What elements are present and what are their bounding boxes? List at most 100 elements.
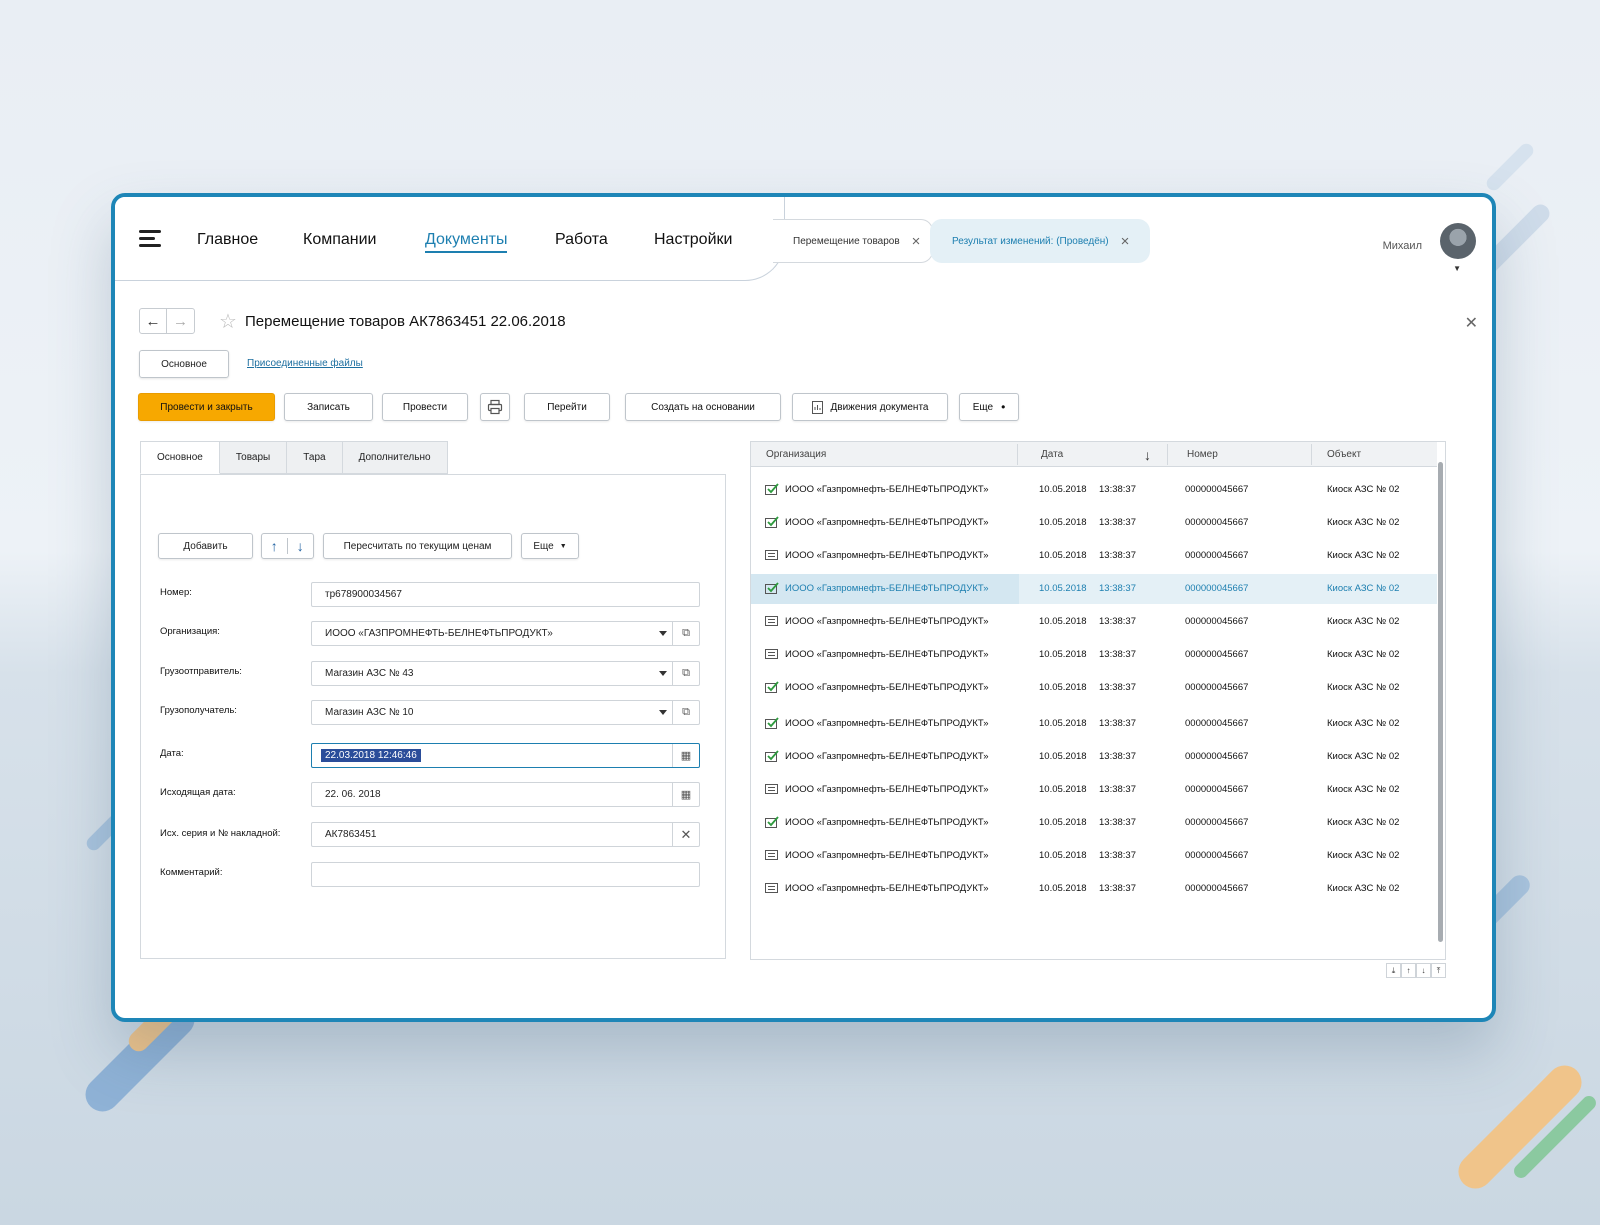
table-row[interactable]: ИООО «Газпромнефть-БЕЛНЕФТЬПРОДУКТ» 10.05… <box>751 673 1437 703</box>
scroll-to-end-icon[interactable]: ⤓ <box>1386 963 1401 978</box>
forward-arrow-icon[interactable]: → <box>167 309 194 333</box>
open-copy-icon[interactable]: ⧉ <box>672 701 699 724</box>
post-and-close-button[interactable]: Провести и закрыть <box>138 393 275 421</box>
row-number: 000000045667 <box>1185 616 1249 627</box>
recalculate-button[interactable]: Пересчитать по текущим ценам <box>323 533 512 559</box>
history-nav: ← → <box>139 308 195 334</box>
date-label: Дата: <box>160 748 184 759</box>
number-field[interactable]: тр678900034567 <box>311 582 700 607</box>
row-date: 10.05.2018 <box>1039 484 1087 495</box>
tab-main[interactable]: Основное <box>139 350 229 378</box>
close-tab-icon[interactable]: × <box>1121 233 1130 250</box>
clear-icon[interactable]: ✕ <box>672 823 699 846</box>
hamburger-menu-icon[interactable] <box>139 230 163 248</box>
form-more-button[interactable]: Еще ▼ <box>521 533 579 559</box>
document-movements-button[interactable]: Движения документа <box>792 393 948 421</box>
calendar-icon[interactable]: ▦ <box>672 744 699 767</box>
row-time: 13:38:37 <box>1099 817 1136 828</box>
chevron-down-icon: ▼ <box>559 542 567 550</box>
nav-item-settings[interactable]: Настройки <box>654 231 732 249</box>
table-row[interactable]: ИООО «Газпромнефть-БЕЛНЕФТЬПРОДУКТ» 10.05… <box>751 508 1437 538</box>
row-organization: ИООО «Газпромнефть-БЕЛНЕФТЬПРОДУКТ» <box>785 883 989 894</box>
table-row[interactable]: ИООО «Газпромнефть-БЕЛНЕФТЬПРОДУКТ» 10.05… <box>751 841 1437 871</box>
print-button[interactable] <box>480 393 510 421</box>
nav-item-work[interactable]: Работа <box>555 231 608 249</box>
row-organization: ИООО «Газпромнефть-БЕЛНЕФТЬПРОДУКТ» <box>785 649 989 660</box>
table-row[interactable]: ИООО «Газпромнефть-БЕЛНЕФТЬПРОДУКТ» 10.05… <box>751 541 1437 571</box>
nav-item-documents[interactable]: Документы <box>425 231 508 253</box>
column-divider <box>1311 444 1312 465</box>
save-button[interactable]: Записать <box>284 393 373 421</box>
row-number: 000000045667 <box>1185 550 1249 561</box>
date-field[interactable]: 22.03.2018 12:46:46 ▦ <box>311 743 700 768</box>
table-row[interactable]: ИООО «Газпромнефть-БЕЛНЕФТЬПРОДУКТ» 10.05… <box>751 808 1437 838</box>
posted-document-icon <box>765 717 779 729</box>
avatar[interactable] <box>1440 223 1476 259</box>
table-row[interactable]: ИООО «Газпромнефть-БЕЛНЕФТЬПРОДУКТ» 10.05… <box>751 709 1437 739</box>
open-tab-transfer[interactable]: Перемещение товаров × <box>773 219 933 263</box>
calendar-icon[interactable]: ▦ <box>672 783 699 806</box>
draft-document-icon <box>765 883 778 893</box>
column-divider <box>1017 444 1018 465</box>
scroll-up-icon[interactable]: ↑ <box>1401 963 1416 978</box>
back-arrow-icon[interactable]: ← <box>140 309 168 333</box>
column-organization[interactable]: Организация <box>766 449 826 460</box>
column-object[interactable]: Объект <box>1327 449 1361 460</box>
column-date[interactable]: Дата <box>1041 449 1063 460</box>
dropdown-caret-icon[interactable] <box>659 671 667 676</box>
open-tab-result[interactable]: Результат изменений: (Проведён) × <box>930 219 1150 263</box>
tab-basic[interactable]: Основное <box>140 441 220 474</box>
table-row[interactable]: ИООО «Газпромнефть-БЕЛНЕФТЬПРОДУКТ» 10.05… <box>751 742 1437 772</box>
row-time: 13:38:37 <box>1099 718 1136 729</box>
table-row[interactable]: ИООО «Газпромнефть-БЕЛНЕФТЬПРОДУКТ» 10.05… <box>751 607 1437 637</box>
row-organization: ИООО «Газпромнефть-БЕЛНЕФТЬПРОДУКТ» <box>785 682 989 693</box>
row-organization: ИООО «Газпромнефть-БЕЛНЕФТЬПРОДУКТ» <box>785 484 989 495</box>
close-tab-icon[interactable]: × <box>912 233 921 250</box>
table-row[interactable]: ИООО «Газпромнефть-БЕЛНЕФТЬПРОДУКТ» 10.05… <box>751 574 1437 604</box>
open-copy-icon[interactable]: ⧉ <box>672 662 699 685</box>
close-icon[interactable]: ✕ <box>1465 313 1478 333</box>
create-based-on-button[interactable]: Создать на основании <box>625 393 781 421</box>
scrollbar-thumb[interactable] <box>1438 462 1443 942</box>
comment-label: Комментарий: <box>160 867 223 878</box>
table-row[interactable]: ИООО «Газпромнефть-БЕЛНЕФТЬПРОДУКТ» 10.05… <box>751 874 1437 904</box>
scroll-to-start-icon[interactable]: ⤒ <box>1431 963 1446 978</box>
nav-item-companies[interactable]: Компании <box>303 231 377 249</box>
row-object: Киоск АЗС № 02 <box>1327 616 1400 627</box>
tab-packaging[interactable]: Тара <box>287 441 343 474</box>
favorite-star-icon[interactable]: ☆ <box>219 309 237 334</box>
shipper-select[interactable]: Магазин АЗС № 43 ⧉ <box>311 661 700 686</box>
tab-goods[interactable]: Товары <box>219 441 288 474</box>
add-button[interactable]: Добавить <box>158 533 253 559</box>
sort-down-icon[interactable]: ↓ <box>1144 447 1151 463</box>
open-copy-icon[interactable]: ⧉ <box>672 622 699 645</box>
scrollbar[interactable] <box>1438 450 1443 950</box>
dropdown-caret-icon[interactable] <box>659 710 667 715</box>
tab-attached-files[interactable]: Присоединенные файлы <box>247 358 363 369</box>
dropdown-caret-icon[interactable] <box>659 631 667 636</box>
row-number: 000000045667 <box>1185 484 1249 495</box>
organization-label: Организация: <box>160 626 220 637</box>
consignee-select[interactable]: Магазин АЗС № 10 ⧉ <box>311 700 700 725</box>
post-button[interactable]: Провести <box>382 393 468 421</box>
arrow-up-icon[interactable]: ↑ <box>262 538 288 554</box>
row-date: 10.05.2018 <box>1039 682 1087 693</box>
table-row[interactable]: ИООО «Газпромнефть-БЕЛНЕФТЬПРОДУКТ» 10.05… <box>751 775 1437 805</box>
goto-button[interactable]: Перейти <box>524 393 610 421</box>
chevron-down-icon[interactable]: ▼ <box>1453 264 1461 273</box>
organization-select[interactable]: ИООО «ГАЗПРОМНЕФТЬ-БЕЛНЕФТЬПРОДУКТ» ⧉ <box>311 621 700 646</box>
scroll-down-icon[interactable]: ↓ <box>1416 963 1431 978</box>
nav-item-main[interactable]: Главное <box>197 231 258 249</box>
more-button[interactable]: Еще • <box>959 393 1019 421</box>
row-number: 000000045667 <box>1185 682 1249 693</box>
comment-field[interactable] <box>311 862 700 887</box>
invoice-label: Исх. серия и № накладной: <box>160 828 281 839</box>
shipper-label: Грузоотправитель: <box>160 666 242 677</box>
invoice-field[interactable]: АК7863451 ✕ <box>311 822 700 847</box>
table-row[interactable]: ИООО «Газпромнефть-БЕЛНЕФТЬПРОДУКТ» 10.05… <box>751 640 1437 670</box>
column-number[interactable]: Номер <box>1187 449 1218 460</box>
table-row[interactable]: ИООО «Газпромнефть-БЕЛНЕФТЬПРОДУКТ» 10.05… <box>751 475 1437 505</box>
arrow-down-icon[interactable]: ↓ <box>288 538 313 554</box>
tab-additional[interactable]: Дополнительно <box>342 441 448 474</box>
outgoing-date-field[interactable]: 22. 06. 2018 ▦ <box>311 782 700 807</box>
